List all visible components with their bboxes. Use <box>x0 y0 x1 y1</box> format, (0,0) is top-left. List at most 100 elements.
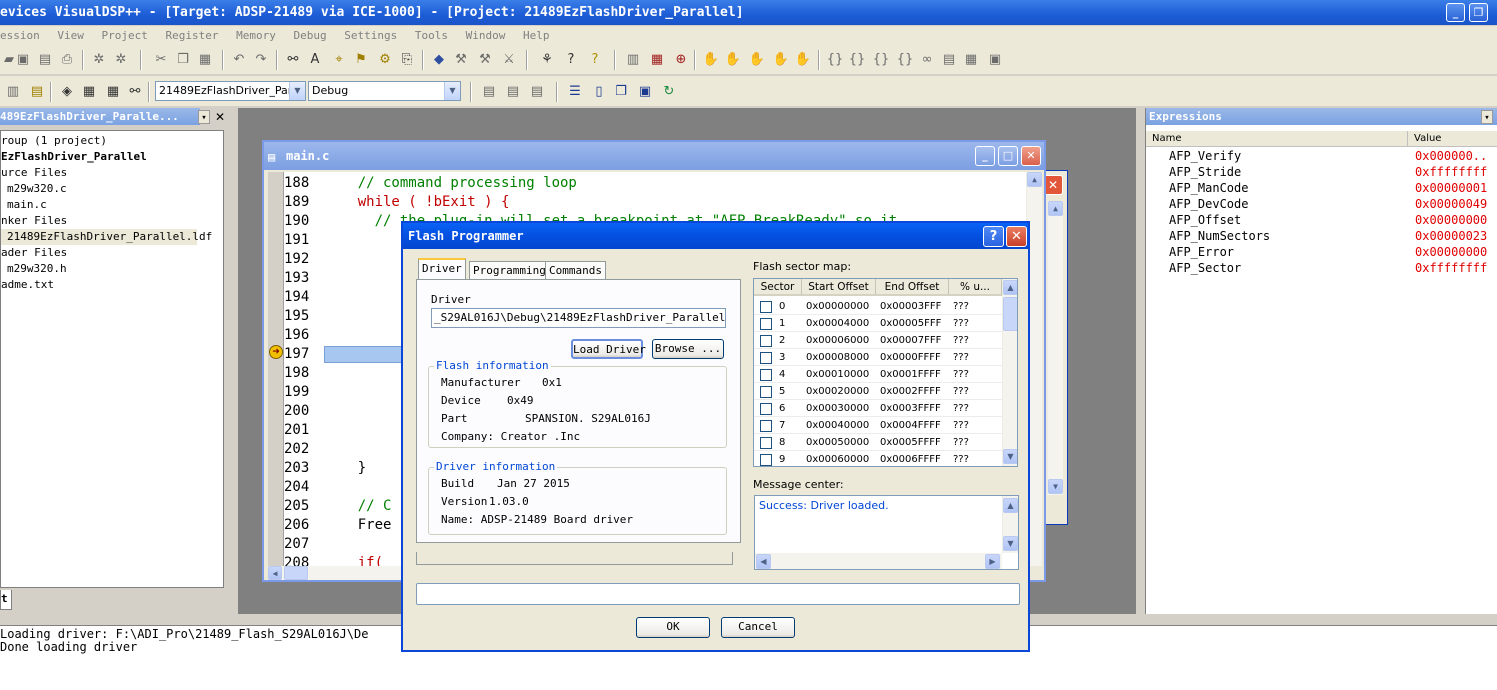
close-icon[interactable]: ✕ <box>1043 175 1063 195</box>
scroll-down-icon[interactable]: ▼ <box>1003 536 1018 551</box>
hand-icon-4[interactable]: ✋ <box>772 51 790 69</box>
sheet-icon[interactable]: ▦ <box>80 83 98 101</box>
hand-icon-3[interactable]: ✋ <box>748 51 766 69</box>
sector-checkbox[interactable] <box>760 301 772 313</box>
compile-file-icon[interactable]: ▤ <box>480 83 498 101</box>
tile-h-icon[interactable]: ☰ <box>566 83 584 101</box>
sector-map-list[interactable]: Sector Start Offset End Offset % u... 00… <box>753 278 1018 467</box>
column-header-value[interactable]: Value <box>1408 131 1497 147</box>
help-icon[interactable]: ? <box>983 226 1004 247</box>
expression-row[interactable]: AFP_NumSectors 0x00000023 <box>1146 228 1497 244</box>
pane-menu-icon[interactable]: ▾ <box>1481 110 1493 124</box>
tree-item[interactable]: EzFlashDriver_Parallel <box>1 149 223 165</box>
browse-button[interactable]: Browse ... <box>652 339 724 359</box>
sector-checkbox[interactable] <box>760 386 772 398</box>
copy-icon[interactable]: ❐ <box>174 51 192 69</box>
column-header-start[interactable]: Start Offset <box>802 279 876 296</box>
sector-checkbox[interactable] <box>760 318 772 330</box>
tree-item[interactable]: adme.txt <box>1 277 223 293</box>
column-header-name[interactable]: Name <box>1146 131 1408 147</box>
project-options-icon[interactable]: ▤ <box>28 83 46 101</box>
cancel-button[interactable]: Cancel <box>721 617 795 638</box>
breakpoint-gutter[interactable]: ➜ <box>268 172 284 566</box>
registers-icon[interactable]: ▦ <box>648 51 666 69</box>
menu-settings[interactable]: Settings <box>344 29 397 42</box>
sector-row[interactable]: 7 0x00040000 0x0004FFFF??? <box>754 417 1002 434</box>
build-project-icon[interactable]: ▤ <box>504 83 522 101</box>
menu-session[interactable]: ession <box>0 29 40 42</box>
scroll-up-icon[interactable]: ▲ <box>1003 498 1018 513</box>
save-icon[interactable]: ▣ <box>14 51 32 69</box>
maximize-icon[interactable]: □ <box>998 146 1018 166</box>
refresh-icon[interactable]: ↻ <box>660 83 678 101</box>
project-icon[interactable]: ▥ <box>4 83 22 101</box>
close-icon[interactable]: ✕ <box>1021 146 1041 166</box>
sector-row[interactable]: 8 0x00050000 0x0005FFFF??? <box>754 434 1002 451</box>
minimize-icon[interactable]: _ <box>1446 3 1465 22</box>
stop-build-icon[interactable]: ⚔ <box>500 51 518 69</box>
expressions-icon[interactable]: ▣ <box>986 51 1004 69</box>
sector-row[interactable]: 4 0x00010000 0x0001FFFF??? <box>754 366 1002 383</box>
rebuild-project-icon[interactable]: ▤ <box>528 83 546 101</box>
tile-v-icon[interactable]: ▯ <box>590 83 608 101</box>
paste-icon[interactable]: ▦ <box>196 51 214 69</box>
tree-item[interactable]: 21489EzFlashDriver_Parallel.ldf <box>1 229 212 245</box>
column-header-sector[interactable]: Sector <box>754 279 802 296</box>
sector-row[interactable]: 2 0x00006000 0x00007FFF??? <box>754 332 1002 349</box>
scroll-thumb[interactable] <box>1003 297 1017 331</box>
step-asm-icon[interactable]: ∞ <box>918 51 936 69</box>
find-in-files-icon[interactable]: ⌖ <box>330 51 348 69</box>
menu-tools[interactable]: Tools <box>415 29 448 42</box>
menu-memory[interactable]: Memory <box>236 29 276 42</box>
expression-row[interactable]: AFP_Verify 0x000000.. <box>1146 148 1497 164</box>
tree-item[interactable]: roup (1 project) <box>1 133 223 149</box>
close-icon[interactable]: ✕ <box>213 110 227 124</box>
sector-checkbox[interactable] <box>760 454 772 466</box>
sector-checkbox[interactable] <box>760 335 772 347</box>
sector-row[interactable]: 6 0x00030000 0x0003FFFF??? <box>754 400 1002 417</box>
menu-register[interactable]: Register <box>165 29 218 42</box>
scroll-up-icon[interactable]: ▲ <box>1027 172 1042 187</box>
scroll-down-icon[interactable]: ▼ <box>1048 479 1063 494</box>
column-header-end[interactable]: End Offset <box>876 279 949 296</box>
tree-item[interactable]: urce Files <box>1 165 223 181</box>
project-select[interactable]: 21489EzFlashDriver_Paralle ▼ <box>155 81 306 101</box>
tab-commands[interactable]: Commands <box>545 261 606 280</box>
menu-project[interactable]: Project <box>102 29 148 42</box>
expression-row[interactable]: AFP_Error 0x00000000 <box>1146 244 1497 260</box>
whats-this-icon[interactable]: ? <box>562 51 580 69</box>
close-icon[interactable]: ✕ <box>1006 226 1027 247</box>
sector-row[interactable]: 5 0x00020000 0x0002FFFF??? <box>754 383 1002 400</box>
load-driver-button[interactable]: Load Driver <box>571 339 646 359</box>
pane-menu-icon[interactable]: ▾ <box>198 110 210 124</box>
hand-icon-2[interactable]: ✋ <box>724 51 742 69</box>
expression-row[interactable]: AFP_Sector 0xffffffff <box>1146 260 1497 276</box>
tree-item[interactable]: main.c <box>1 197 223 213</box>
expression-row[interactable]: AFP_Stride 0xffffffff <box>1146 164 1497 180</box>
tree-item[interactable]: nker Files <box>1 213 223 229</box>
print-icon[interactable]: ⎙ <box>58 51 76 69</box>
menu-help[interactable]: Help <box>523 29 550 42</box>
menu-window[interactable]: Window <box>466 29 506 42</box>
memory-icon[interactable]: ▦ <box>962 51 980 69</box>
scroll-thumb[interactable] <box>284 566 308 580</box>
window-icon[interactable]: ▥ <box>624 51 642 69</box>
tree-item[interactable]: m29w320.h <box>1 261 223 277</box>
expression-row[interactable]: AFP_DevCode 0x00000049 <box>1146 196 1497 212</box>
expression-row[interactable]: AFP_ManCode 0x00000001 <box>1146 180 1497 196</box>
scroll-up-icon[interactable]: ▲ <box>1003 280 1017 295</box>
sector-row[interactable]: 1 0x00004000 0x00005FFF??? <box>754 315 1002 332</box>
debug-tool-icon[interactable]: ⚘ <box>538 51 556 69</box>
sector-checkbox[interactable] <box>760 352 772 364</box>
restore-icon[interactable]: ❐ <box>1469 3 1488 22</box>
scroll-left-icon[interactable]: ◀ <box>268 566 282 580</box>
tree-item[interactable]: ader Files <box>1 245 223 261</box>
tab-programming[interactable]: Programming <box>469 261 550 280</box>
make-icon[interactable]: ⚒ <box>452 51 470 69</box>
help-icon[interactable]: ? <box>586 51 604 69</box>
rebuild-icon[interactable]: ✲ <box>112 51 130 69</box>
bookmark-icon[interactable]: ⚑ <box>352 51 370 69</box>
menu-debug[interactable]: Debug <box>293 29 326 42</box>
scroll-left-icon[interactable]: ◀ <box>756 554 771 569</box>
scroll-right-icon[interactable]: ▶ <box>985 554 1000 569</box>
